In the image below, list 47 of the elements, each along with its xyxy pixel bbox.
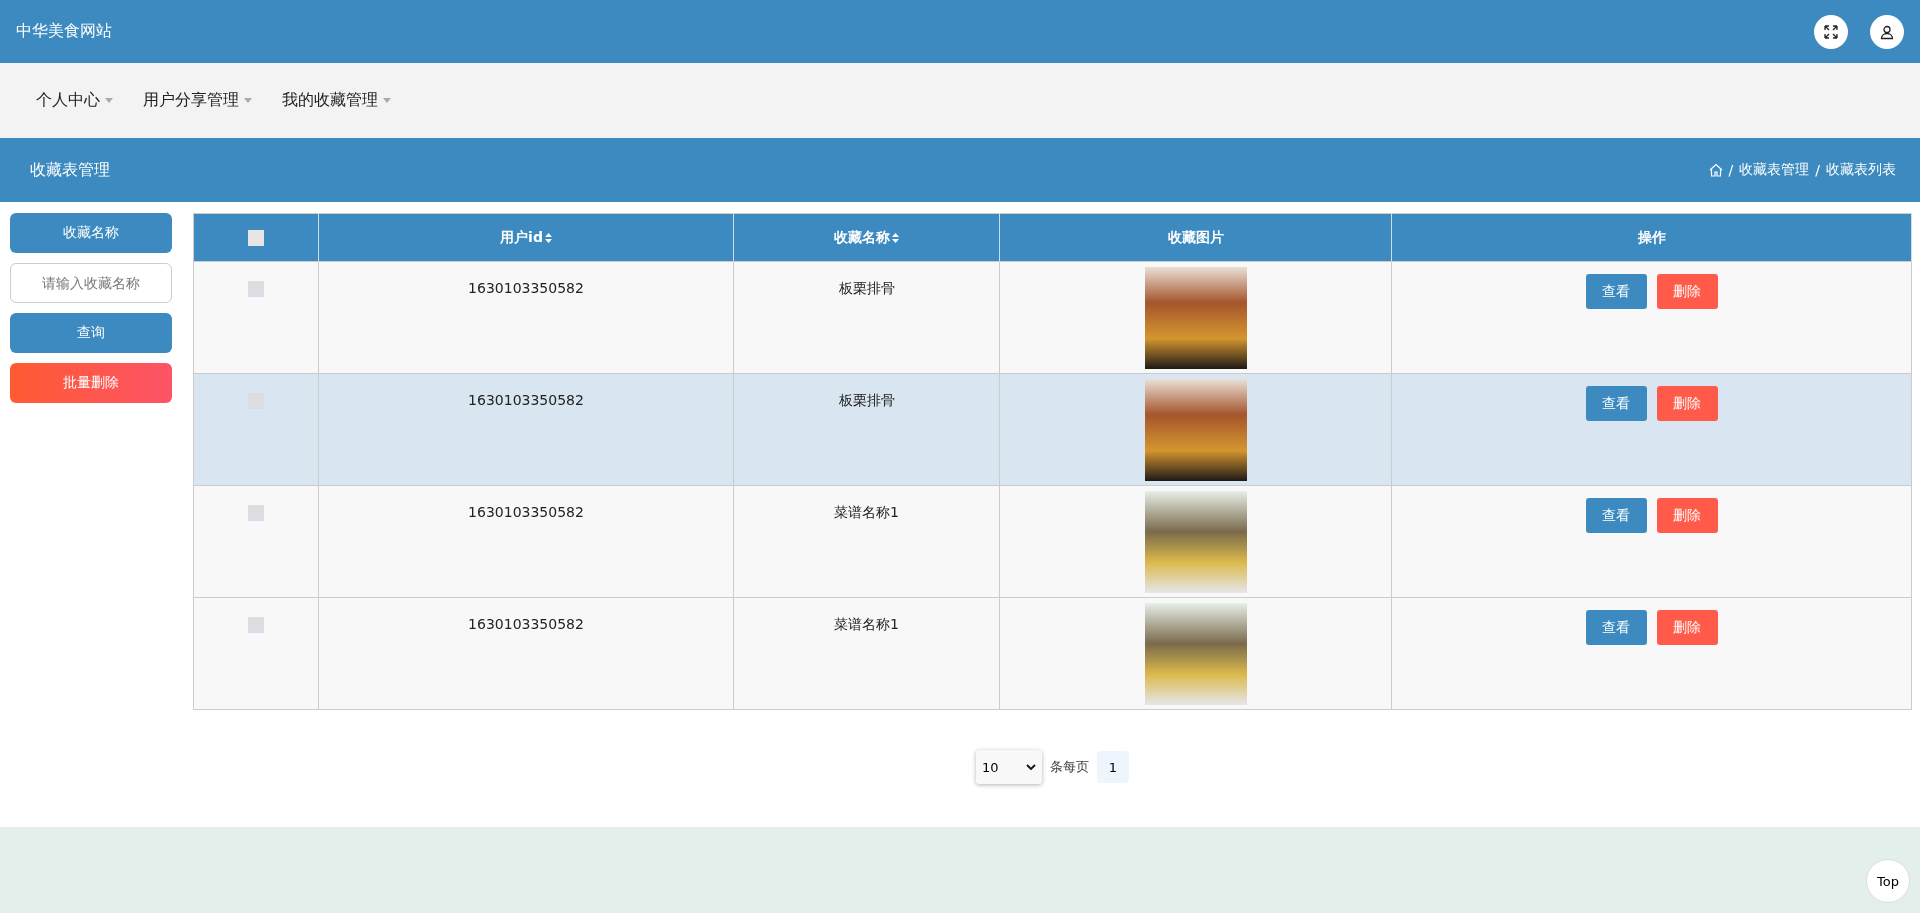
table-cell: 1630103350582 (468, 616, 584, 632)
table-header-cell: 用户id (318, 213, 734, 262)
breadcrumb-item[interactable]: 收藏表管理 (1739, 161, 1810, 179)
table-cell: 1630103350582 (468, 504, 584, 520)
table-header-cell: 收藏图片 (999, 213, 1392, 262)
back-to-top-button[interactable]: Top (1866, 859, 1910, 903)
table-cell: 1630103350582 (468, 392, 584, 408)
fullscreen-icon[interactable] (1814, 14, 1848, 49)
nav-menu-item[interactable]: 个人中心 (36, 90, 113, 111)
chevron-down-icon (1026, 763, 1036, 771)
delete-button[interactable]: 删除 (1656, 498, 1718, 533)
nav-menu-item[interactable]: 用户分享管理 (143, 90, 252, 111)
view-button[interactable]: 查看 (1585, 386, 1647, 421)
delete-button[interactable]: 删除 (1656, 274, 1718, 309)
nav-menu-item[interactable]: 我的收藏管理 (282, 90, 391, 111)
view-button[interactable]: 查看 (1585, 274, 1647, 309)
page-title: 收藏表管理 (30, 159, 110, 181)
page-number-button[interactable]: 1 (1097, 751, 1129, 783)
search-field[interactable]: 请输入收藏名称 (10, 263, 172, 303)
per-page-label: 条每页 (1050, 758, 1089, 776)
row-checkbox[interactable] (248, 281, 264, 297)
search-label: 收藏名称 (10, 213, 172, 253)
home-icon[interactable] (1708, 163, 1723, 177)
view-button[interactable]: 查看 (1585, 498, 1647, 533)
delete-button[interactable]: 删除 (1656, 386, 1718, 421)
table-cell: 板栗排骨 (838, 392, 895, 408)
table-header-cell: 操作 (1391, 213, 1912, 262)
user-icon[interactable] (1870, 14, 1904, 49)
site-title: 中华美食网站 (16, 21, 112, 42)
select-all-checkbox[interactable] (248, 230, 264, 246)
query-button[interactable]: 查询 (10, 313, 172, 353)
breadcrumb-item[interactable]: 收藏表列表 (1826, 161, 1896, 179)
table-header-cell: 收藏名称 (733, 213, 1000, 262)
delete-button[interactable]: 删除 (1656, 610, 1718, 645)
row-checkbox[interactable] (248, 617, 264, 633)
table-cell: 1630103350582 (468, 280, 584, 296)
view-button[interactable]: 查看 (1585, 610, 1647, 645)
table-cell: 菜谱名称1 (834, 616, 899, 632)
table-cell: 板栗排骨 (838, 280, 895, 296)
sort-icon[interactable] (544, 232, 552, 243)
breadcrumb-separator: / (1728, 162, 1734, 178)
page-size-select[interactable]: 10 (976, 750, 1042, 784)
table-cell: 菜谱名称1 (834, 504, 899, 520)
sort-icon[interactable] (892, 232, 899, 243)
row-checkbox[interactable] (248, 505, 264, 521)
batch-delete-button[interactable]: 批量删除 (10, 363, 172, 403)
breadcrumb-separator: / (1815, 162, 1820, 178)
